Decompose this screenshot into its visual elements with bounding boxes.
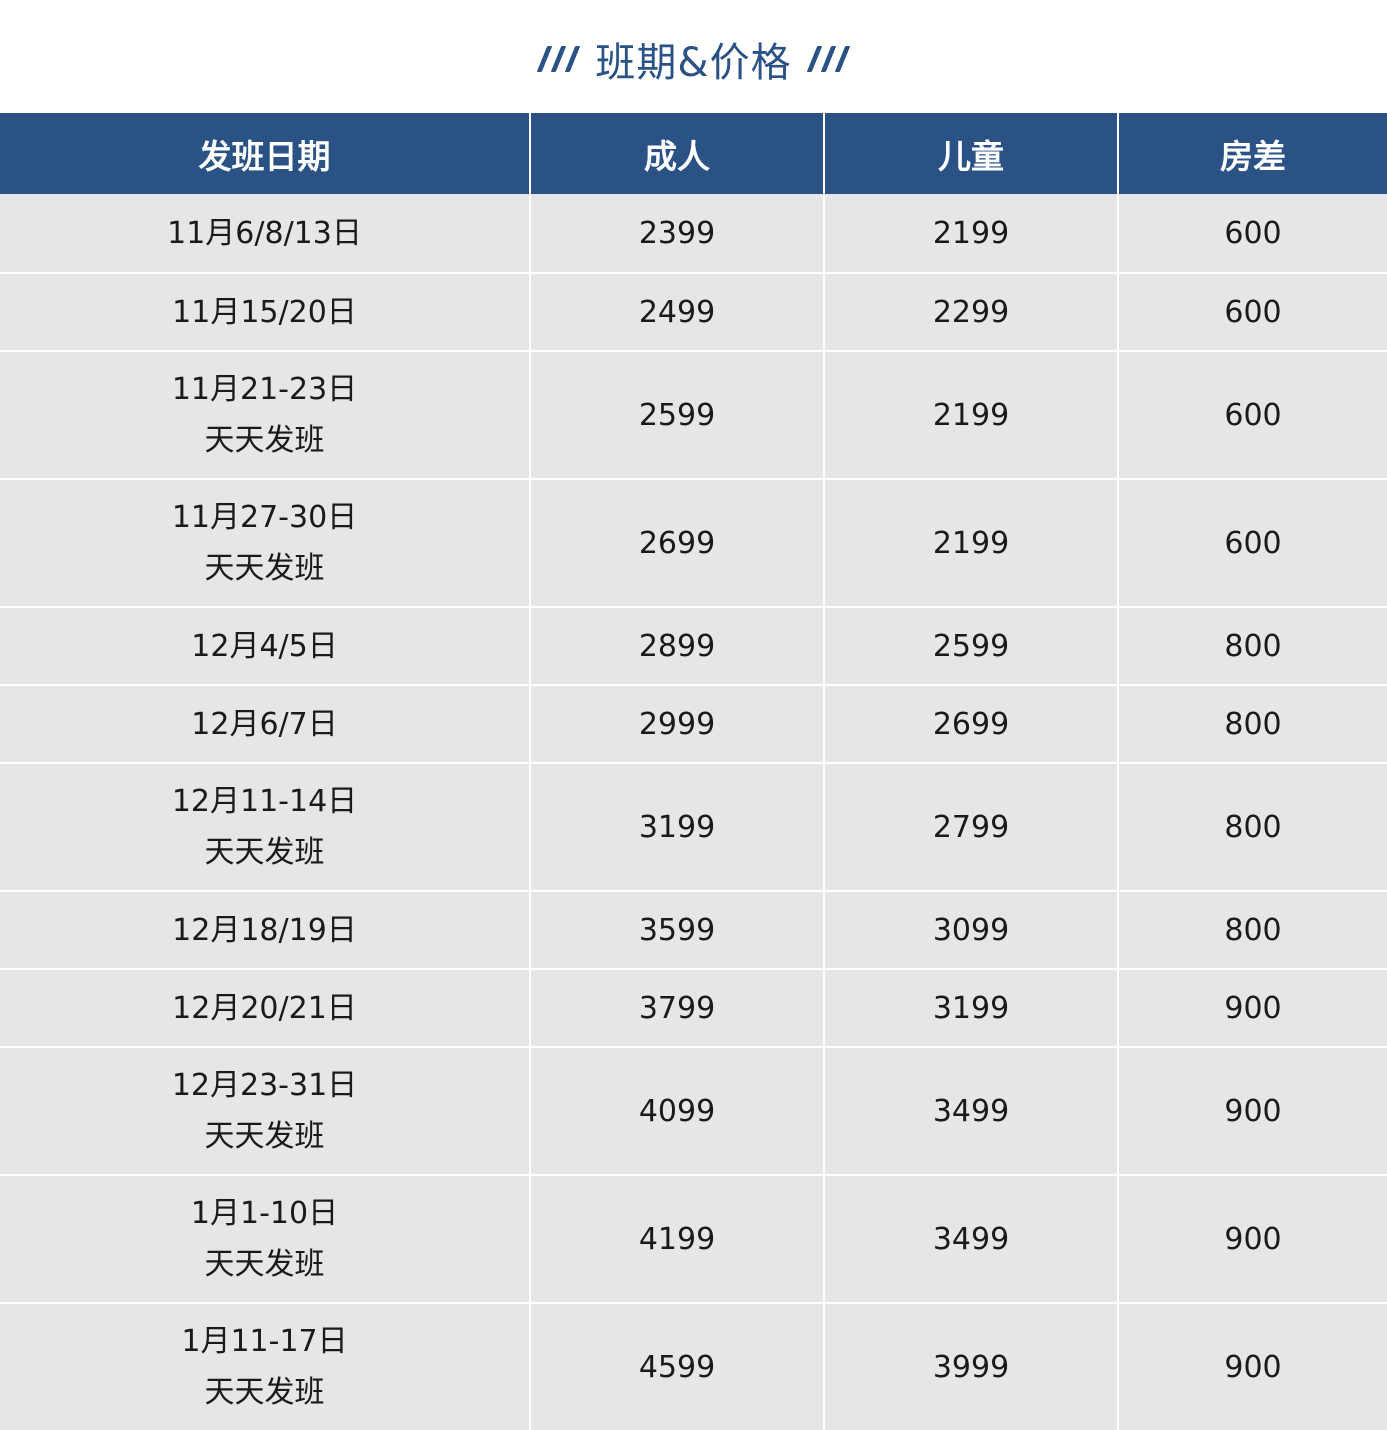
- cell-adult-price: 3599: [529, 890, 824, 969]
- cell-adult-price: 3199: [529, 762, 824, 891]
- cell-departure-date: 11月6/8/13日: [0, 194, 530, 273]
- table-row: 11月15/20日 2499 2299 600: [0, 272, 1387, 351]
- cell-departure-date: 12月11-14日 天天发班: [0, 762, 530, 891]
- header-room-supplement: 房差: [1117, 113, 1387, 194]
- section-header: 班期&价格: [0, 0, 1387, 113]
- departure-note-text: 天天发班: [204, 1375, 325, 1410]
- date-range-text: 1月1-10日: [190, 1196, 339, 1231]
- cell-child-price: 2199: [823, 478, 1118, 607]
- cell-departure-date: 1月11-17日 天天发班: [0, 1302, 530, 1430]
- date-range-text: 12月20/21日: [172, 990, 357, 1026]
- date-range-text: 11月27-30日: [171, 500, 358, 535]
- cell-departure-date: 11月21-23日 天天发班: [0, 350, 530, 479]
- cell-child-price: 2699: [823, 684, 1118, 763]
- cell-adult-price: 2699: [529, 478, 824, 607]
- table-row: 12月23-31日 天天发班 4099 3499 900: [0, 1046, 1387, 1175]
- date-range-text: 11月15/20日: [172, 294, 357, 330]
- cell-room-supplement: 600: [1117, 350, 1387, 479]
- departure-note-text: 天天发班: [204, 551, 325, 586]
- cell-room-supplement: 800: [1117, 684, 1387, 763]
- cell-room-supplement: 600: [1117, 478, 1387, 607]
- cell-child-price: 3999: [823, 1302, 1118, 1430]
- cell-departure-date: 12月18/19日: [0, 890, 530, 969]
- cell-adult-price: 4099: [529, 1046, 824, 1175]
- cell-room-supplement: 600: [1117, 194, 1387, 273]
- table-row: 12月11-14日 天天发班 3199 2799 800: [0, 762, 1387, 891]
- date-range-text: 12月18/19日: [172, 912, 357, 948]
- table-row: 12月6/7日 2999 2699 800: [0, 684, 1387, 763]
- cell-room-supplement: 900: [1117, 1302, 1387, 1430]
- schedule-price-table: 发班日期 成人 儿童 房差 11月6/8/13日 2399 2199 600 11月15…: [0, 113, 1387, 1430]
- date-range-text: 12月23-31日: [171, 1068, 358, 1103]
- departure-note-text: 天天发班: [204, 1119, 325, 1154]
- cell-departure-date: 12月4/5日: [0, 606, 530, 685]
- departure-note-text: 天天发班: [204, 1247, 325, 1282]
- cell-room-supplement: 600: [1117, 272, 1387, 351]
- cell-adult-price: 3799: [529, 968, 824, 1047]
- table-row: 11月27-30日 天天发班 2699 2199 600: [0, 478, 1387, 607]
- cell-child-price: 2599: [823, 606, 1118, 685]
- table-row: 1月11-17日 天天发班 4599 3999 900: [0, 1302, 1387, 1430]
- cell-departure-date: 11月15/20日: [0, 272, 530, 351]
- table-row: 12月20/21日 3799 3199 900: [0, 968, 1387, 1047]
- table-row: 1月1-10日 天天发班 4199 3499 900: [0, 1174, 1387, 1303]
- cell-adult-price: 4599: [529, 1302, 824, 1430]
- cell-room-supplement: 900: [1117, 1174, 1387, 1303]
- date-range-text: 1月11-17日: [181, 1324, 348, 1359]
- cell-room-supplement: 900: [1117, 968, 1387, 1047]
- cell-room-supplement: 800: [1117, 890, 1387, 969]
- header-departure-date: 发班日期: [0, 113, 530, 194]
- cell-child-price: 3499: [823, 1046, 1118, 1175]
- cell-departure-date: 1月1-10日 天天发班: [0, 1174, 530, 1303]
- table-row: 11月21-23日 天天发班 2599 2199 600: [0, 350, 1387, 479]
- cell-room-supplement: 800: [1117, 762, 1387, 891]
- table-row: 11月6/8/13日 2399 2199 600: [0, 194, 1387, 273]
- section-title: 班期&价格: [595, 39, 792, 86]
- table-row: 12月4/5日 2899 2599 800: [0, 606, 1387, 685]
- cell-adult-price: 2399: [529, 194, 824, 273]
- cell-child-price: 3099: [823, 890, 1118, 969]
- date-range-text: 12月4/5日: [191, 628, 338, 664]
- cell-adult-price: 4199: [529, 1174, 824, 1303]
- decorative-slashes-right: [806, 45, 850, 72]
- cell-departure-date: 12月20/21日: [0, 968, 530, 1047]
- cell-adult-price: 2599: [529, 350, 824, 479]
- cell-adult-price: 2899: [529, 606, 824, 685]
- decorative-slashes-left: [537, 45, 581, 72]
- date-range-text: 11月6/8/13日: [167, 215, 362, 251]
- cell-child-price: 2799: [823, 762, 1118, 891]
- cell-departure-date: 12月23-31日 天天发班: [0, 1046, 530, 1175]
- cell-child-price: 3199: [823, 968, 1118, 1047]
- table-row: 12月18/19日 3599 3099 800: [0, 890, 1387, 969]
- date-range-text: 12月6/7日: [191, 706, 338, 742]
- cell-room-supplement: 800: [1117, 606, 1387, 685]
- date-range-text: 11月21-23日: [171, 372, 358, 407]
- cell-child-price: 2199: [823, 350, 1118, 479]
- cell-adult-price: 2999: [529, 684, 824, 763]
- cell-adult-price: 2499: [529, 272, 824, 351]
- departure-note-text: 天天发班: [204, 835, 325, 870]
- table-header-row: 发班日期 成人 儿童 房差: [0, 113, 1387, 194]
- cell-child-price: 2199: [823, 194, 1118, 273]
- cell-departure-date: 11月27-30日 天天发班: [0, 478, 530, 607]
- cell-room-supplement: 900: [1117, 1046, 1387, 1175]
- cell-departure-date: 12月6/7日: [0, 684, 530, 763]
- header-adult: 成人: [529, 113, 824, 194]
- date-range-text: 12月11-14日: [171, 784, 358, 819]
- table-body: 11月6/8/13日 2399 2199 600 11月15/20日 2499 2299 60…: [0, 194, 1387, 1430]
- cell-child-price: 3499: [823, 1174, 1118, 1303]
- departure-note-text: 天天发班: [204, 423, 325, 458]
- header-child: 儿童: [823, 113, 1118, 194]
- cell-child-price: 2299: [823, 272, 1118, 351]
